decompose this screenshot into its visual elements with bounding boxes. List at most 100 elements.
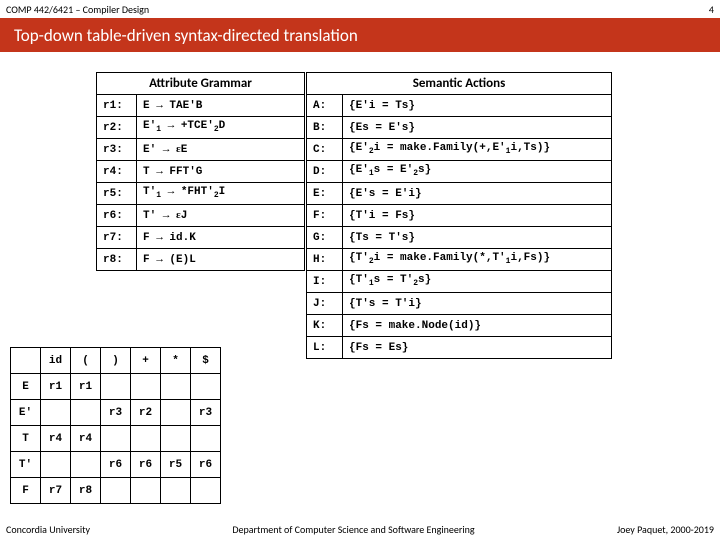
parse-cell: r6 — [191, 452, 221, 478]
parse-cell — [41, 400, 71, 426]
sem-row: I:{T'1s = T'2s} — [307, 271, 612, 293]
parse-cell: r1 — [71, 374, 101, 400]
sem-key: E: — [307, 183, 343, 205]
sem-action: {Fs = Es} — [343, 337, 612, 359]
attr-production: T' → εJ — [137, 205, 305, 227]
parse-cell — [191, 426, 221, 452]
attr-rule-id: r3: — [97, 139, 137, 161]
attr-header: Attribute Grammar — [97, 73, 305, 95]
attr-rule-id: r4: — [97, 161, 137, 183]
sem-row: A:{E'i = Ts} — [307, 95, 612, 117]
attr-row: r1:E → TAE'B — [97, 95, 305, 117]
sem-key: K: — [307, 315, 343, 337]
parse-cell — [131, 374, 161, 400]
parse-row: Fr7r8 — [11, 478, 221, 504]
sem-key: A: — [307, 95, 343, 117]
sem-key: L: — [307, 337, 343, 359]
slide-footer: Concordia University Department of Compu… — [0, 518, 720, 540]
attr-production: F → (E)L — [137, 249, 305, 271]
parse-row-header: E' — [11, 400, 41, 426]
sem-row: B:{Es = E's} — [307, 117, 612, 139]
parse-cell — [101, 478, 131, 504]
parse-row-header: F — [11, 478, 41, 504]
attr-production: T'1 → *FHT'2I — [137, 183, 305, 205]
sem-row: J:{T's = T'i} — [307, 293, 612, 315]
attr-row: r6:T' → εJ — [97, 205, 305, 227]
sem-action: {E'1s = E'2s} — [343, 161, 612, 183]
sem-action: {E's = E'i} — [343, 183, 612, 205]
parse-cell: r1 — [41, 374, 71, 400]
parse-row: Tr4r4 — [11, 426, 221, 452]
parse-cell: r2 — [131, 400, 161, 426]
parse-row: T'r6r6r5r6 — [11, 452, 221, 478]
parse-cell — [131, 478, 161, 504]
parse-cell — [71, 400, 101, 426]
sem-row: F:{T'i = Fs} — [307, 205, 612, 227]
parse-cell — [101, 374, 131, 400]
parse-cell: r6 — [131, 452, 161, 478]
sem-key: F: — [307, 205, 343, 227]
attr-production: E'1 → +TCE'2D — [137, 117, 305, 139]
parse-cell: r6 — [101, 452, 131, 478]
attr-row: r5:T'1 → *FHT'2I — [97, 183, 305, 205]
attribute-grammar-table: Attribute Grammar r1:E → TAE'Br2:E'1 → +… — [96, 72, 305, 271]
attr-rule-id: r6: — [97, 205, 137, 227]
attr-production: E' → εE — [137, 139, 305, 161]
attr-rule-id: r5: — [97, 183, 137, 205]
parse-row-header: T' — [11, 452, 41, 478]
sem-action: {E'i = Ts} — [343, 95, 612, 117]
attr-rule-id: r2: — [97, 117, 137, 139]
parse-row-header: E — [11, 374, 41, 400]
parse-col-header: + — [131, 348, 161, 374]
parse-cell — [161, 400, 191, 426]
sem-row: G:{Ts = T's} — [307, 227, 612, 249]
parse-col-header — [11, 348, 41, 374]
sem-action: {T'i = Fs} — [343, 205, 612, 227]
sem-action: {Ts = T's} — [343, 227, 612, 249]
parse-row: E'r3r2r3 — [11, 400, 221, 426]
parse-col-header: ) — [101, 348, 131, 374]
sem-row: K:{Fs = make.Node(id)} — [307, 315, 612, 337]
attr-production: E → TAE'B — [137, 95, 305, 117]
parse-col-header: ( — [71, 348, 101, 374]
semantic-actions-table: Semantic Actions A:{E'i = Ts}B:{Es = E's… — [306, 72, 612, 359]
attr-rule-id: r7: — [97, 227, 137, 249]
sem-row: H:{T'2i = make.Family(*,T'1i,Fs)} — [307, 249, 612, 271]
parse-col-header: $ — [191, 348, 221, 374]
parse-cell: r3 — [101, 400, 131, 426]
sem-action: {E'2i = make.Family(+,E'1i,Ts)} — [343, 139, 612, 161]
footer-left: Concordia University — [6, 523, 90, 536]
course-header: COMP 442/6421 – Compiler Design 4 — [0, 0, 720, 18]
attr-production: T → FFT'G — [137, 161, 305, 183]
attr-row: r4:T → FFT'G — [97, 161, 305, 183]
sem-row: L:{Fs = Es} — [307, 337, 612, 359]
sem-row: C:{E'2i = make.Family(+,E'1i,Ts)} — [307, 139, 612, 161]
attr-row: r2:E'1 → +TCE'2D — [97, 117, 305, 139]
parse-row-header: T — [11, 426, 41, 452]
sem-action: {T'2i = make.Family(*,T'1i,Fs)} — [343, 249, 612, 271]
parse-cell — [71, 452, 101, 478]
parse-cell: r4 — [41, 426, 71, 452]
sem-row: E:{E's = E'i} — [307, 183, 612, 205]
slide-content: Attribute Grammar r1:E → TAE'Br2:E'1 → +… — [0, 52, 720, 502]
attr-production: F → id.K — [137, 227, 305, 249]
footer-right: Joey Paquet, 2000-2019 — [617, 523, 714, 536]
attr-rule-id: r8: — [97, 249, 137, 271]
sem-action: {T'1s = T'2s} — [343, 271, 612, 293]
sem-action: {Fs = make.Node(id)} — [343, 315, 612, 337]
course-code: COMP 442/6421 – Compiler Design — [6, 3, 149, 16]
parse-cell: r7 — [41, 478, 71, 504]
parse-cell: r4 — [71, 426, 101, 452]
sem-row: D:{E'1s = E'2s} — [307, 161, 612, 183]
slide-title-bar: Top-down table-driven syntax-directed tr… — [0, 18, 720, 52]
parse-row: Er1r1 — [11, 374, 221, 400]
parse-cell — [161, 426, 191, 452]
attr-row: r8:F → (E)L — [97, 249, 305, 271]
attr-row: r3:E' → εE — [97, 139, 305, 161]
sem-action: {Es = E's} — [343, 117, 612, 139]
slide-title: Top-down table-driven syntax-directed tr… — [14, 25, 358, 46]
slide-number: 4 — [709, 3, 714, 16]
parse-cell — [41, 452, 71, 478]
parse-cell: r5 — [161, 452, 191, 478]
parse-col-header: * — [161, 348, 191, 374]
